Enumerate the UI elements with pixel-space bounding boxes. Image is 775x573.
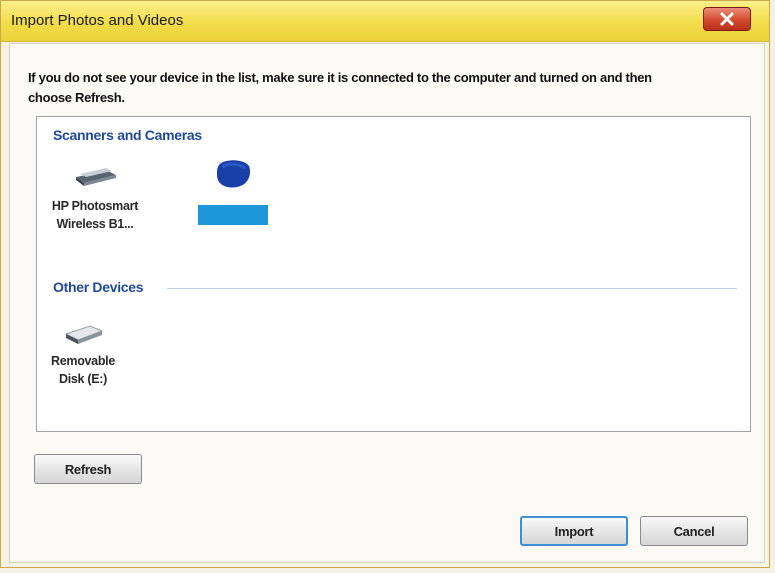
close-button[interactable] [703,7,751,31]
redacted-device-label [198,205,268,225]
removable-disk-icon [64,325,104,344]
device-label-line2: Disk (E:) [58,372,107,386]
close-icon [720,12,734,26]
dialog-body: If you do not see your device in the lis… [9,43,765,563]
device-label-line1: Removable [51,354,115,368]
import-dialog: Import Photos and Videos If you do not s… [0,0,770,568]
title-bar[interactable]: Import Photos and Videos [1,1,769,42]
group-header-other-devices: Other Devices [53,279,144,295]
group-divider [167,288,737,289]
device-list[interactable]: Scanners and Cameras HP Photosmart Wirel… [36,116,751,432]
window-title: Import Photos and Videos [11,12,184,29]
scanner-icon [76,168,116,186]
camera-device-icon [217,160,251,188]
device-hp-photosmart[interactable]: HP Photosmart Wireless B1... [45,161,145,233]
cancel-button[interactable]: Cancel [640,516,748,546]
device-removable-disk[interactable]: Removable Disk (E:) [33,322,133,388]
import-button[interactable]: Import [520,516,628,546]
group-header-scanners-cameras: Scanners and Cameras [53,127,202,143]
device-label-line1: HP Photosmart [51,199,139,213]
device-label-line2: Wireless B1... [56,217,134,231]
device-camera[interactable] [183,157,283,225]
instruction-text: If you do not see your device in the lis… [28,70,652,105]
refresh-button[interactable]: Refresh [34,454,142,484]
